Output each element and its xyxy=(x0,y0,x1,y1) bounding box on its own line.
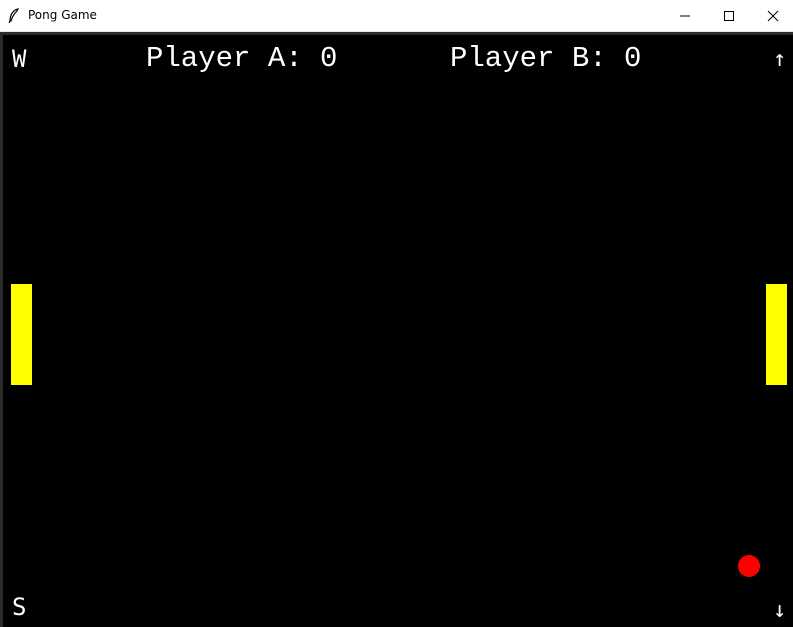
maximize-button[interactable] xyxy=(706,0,752,31)
left-up-key-label: W xyxy=(12,45,27,73)
canvas-frame: W S ↑ ↓ Player A: 0 Player B: 0 xyxy=(0,32,793,627)
minimize-button[interactable] xyxy=(662,0,708,31)
player-a-score: Player A: 0 xyxy=(146,42,338,75)
left-paddle xyxy=(11,284,32,385)
title-bar[interactable]: Pong Game xyxy=(0,0,793,32)
game-canvas[interactable]: W S ↑ ↓ Player A: 0 Player B: 0 xyxy=(3,35,793,627)
right-up-key-label: ↑ xyxy=(773,47,787,72)
window-title: Pong Game xyxy=(28,8,97,22)
right-down-key-label: ↓ xyxy=(773,598,787,623)
ball xyxy=(738,555,760,577)
right-paddle xyxy=(766,284,787,385)
close-button[interactable] xyxy=(750,0,793,31)
close-icon xyxy=(767,10,779,21)
feather-icon xyxy=(8,8,20,23)
left-down-key-label: S xyxy=(12,593,27,621)
maximize-icon xyxy=(724,10,734,21)
player-b-score: Player B: 0 xyxy=(450,42,642,75)
minimize-icon xyxy=(680,15,690,16)
app-window: Pong Game W S ↑ ↓ Player A: 0 Player B: … xyxy=(0,0,793,627)
